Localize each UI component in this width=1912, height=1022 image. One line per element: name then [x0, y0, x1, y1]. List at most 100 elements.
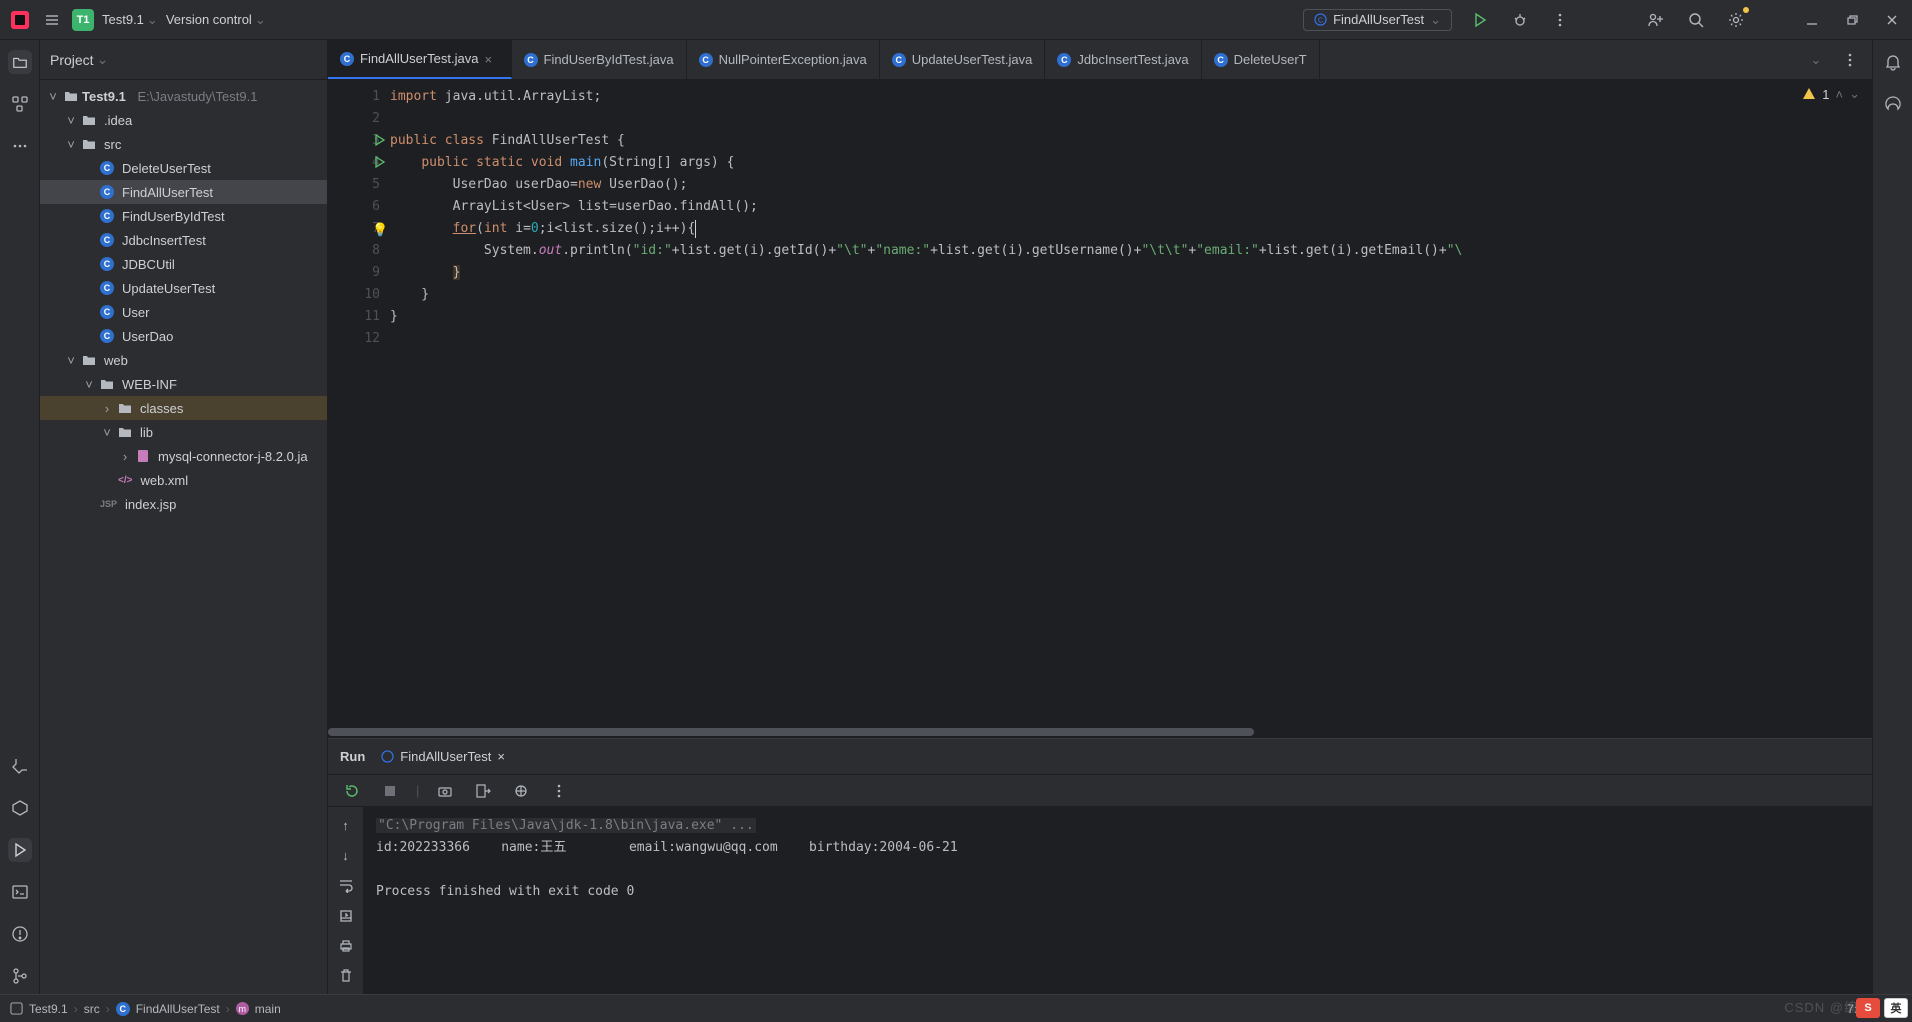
stop-icon[interactable]	[378, 779, 402, 803]
minimize-window-icon[interactable]	[1800, 8, 1824, 32]
run-panel-title: Run	[340, 749, 365, 764]
project-panel-title[interactable]: Project ⌄	[50, 51, 108, 68]
tree-item[interactable]: </>web.xml	[40, 468, 327, 492]
close-window-icon[interactable]	[1880, 8, 1904, 32]
run-button[interactable]	[1468, 8, 1492, 32]
console-output[interactable]: "C:\Program Files\Java\jdk-1.8\bin\java.…	[364, 807, 1872, 994]
breadcrumb-class[interactable]: FindAllUserTest	[136, 1002, 220, 1016]
tree-root[interactable]: ˅ Test9.1 E:\Javastudy\Test9.1	[40, 84, 327, 108]
terminal-tool-icon[interactable]	[8, 880, 32, 904]
tree-item[interactable]: ˅web	[40, 348, 327, 372]
tree-item[interactable]: ˅WEB-INF	[40, 372, 327, 396]
editor[interactable]: 1234567💡89101112 import import java.util…	[328, 80, 1872, 726]
run-config-selector[interactable]: C FindAllUserTest ⌄	[1303, 9, 1452, 31]
lang-icon[interactable]: 英	[1884, 998, 1908, 1018]
vcs-label: Version control	[166, 12, 252, 27]
logo-icon[interactable]	[8, 8, 32, 32]
module-icon	[10, 1002, 23, 1015]
vcs-tool-icon[interactable]	[8, 964, 32, 988]
vcs-dropdown[interactable]: Version control⌄	[166, 12, 266, 28]
restore-window-icon[interactable]	[1840, 8, 1864, 32]
project-panel: Project ⌄ ˅ Test9.1 E:\Javastudy\Test9.1…	[40, 40, 328, 994]
right-tool-strip	[1872, 40, 1912, 994]
settings-icon[interactable]	[1724, 8, 1748, 32]
tree-item[interactable]: CJdbcInsertTest	[40, 228, 327, 252]
exit-icon[interactable]	[471, 779, 495, 803]
tree-item[interactable]: CJDBCUtil	[40, 252, 327, 276]
hamburger-icon[interactable]	[40, 8, 64, 32]
editor-tab[interactable]: CFindUserByIdTest.java	[512, 40, 687, 79]
breadcrumb-src[interactable]: src	[84, 1002, 100, 1016]
chevron-down-icon: ⌄	[255, 12, 266, 28]
editor-tab[interactable]: CNullPointerException.java	[687, 40, 880, 79]
tabs-dropdown-icon[interactable]: ⌄	[1804, 48, 1828, 72]
editor-tab[interactable]: CDeleteUserT	[1202, 40, 1320, 79]
more-icon[interactable]	[547, 779, 571, 803]
more-tool-icon[interactable]	[8, 134, 32, 158]
project-badge: T1	[72, 9, 94, 31]
titlebar: T1 Test9.1⌄ Version control⌄ C FindAllUs…	[0, 0, 1912, 40]
notifications-icon[interactable]	[1881, 50, 1905, 74]
build-tool-icon[interactable]	[8, 754, 32, 778]
editor-tab[interactable]: CJdbcInsertTest.java	[1045, 40, 1201, 79]
camera-icon[interactable]	[433, 779, 457, 803]
tree-item[interactable]: JSPindex.jsp	[40, 492, 327, 516]
structure-tool-icon[interactable]	[8, 92, 32, 116]
tabs-more-icon[interactable]	[1838, 48, 1862, 72]
ai-assistant-icon[interactable]	[1881, 92, 1905, 116]
tree-item[interactable]: ˅lib	[40, 420, 327, 444]
tree-item[interactable]: CFindAllUserTest	[40, 180, 327, 204]
tree-item[interactable]: CDeleteUserTest	[40, 156, 327, 180]
more-actions-icon[interactable]	[1548, 8, 1572, 32]
scroll-end-icon[interactable]	[334, 908, 358, 924]
code-content[interactable]: import import java.util.ArrayList;java.u…	[390, 80, 1872, 726]
debug-button[interactable]	[1508, 8, 1532, 32]
chevron-down-icon[interactable]: ⌄	[1849, 86, 1860, 102]
taskbar-overlay: S 英	[1856, 998, 1908, 1018]
run-tool-icon[interactable]	[8, 838, 32, 862]
print-icon[interactable]	[334, 938, 358, 954]
ime-icon[interactable]: S	[1856, 998, 1880, 1018]
project-tool-icon[interactable]	[8, 50, 32, 74]
chevron-up-icon[interactable]: ˄	[1836, 87, 1844, 102]
rerun-icon[interactable]	[340, 779, 364, 803]
services-tool-icon[interactable]	[8, 796, 32, 820]
project-tree[interactable]: ˅ Test9.1 E:\Javastudy\Test9.1 ˅.idea˅sr…	[40, 80, 327, 994]
soft-wrap-icon[interactable]	[334, 877, 358, 893]
tree-item[interactable]: ›classes	[40, 396, 327, 420]
editor-tab[interactable]: CUpdateUserTest.java	[880, 40, 1046, 79]
inspection-widget[interactable]: 1 ˄ ⌄	[1802, 86, 1860, 102]
chevron-down-icon: ⌄	[147, 12, 158, 28]
editor-tab[interactable]: CFindAllUserTest.java×	[328, 40, 512, 79]
left-tool-strip	[0, 40, 40, 994]
tree-item[interactable]: CUserDao	[40, 324, 327, 348]
tree-item[interactable]: CFindUserByIdTest	[40, 204, 327, 228]
tree-item[interactable]: ˅src	[40, 132, 327, 156]
run-tab[interactable]: FindAllUserTest ×	[381, 749, 505, 764]
class-icon: C	[116, 1002, 130, 1016]
project-dropdown[interactable]: Test9.1⌄	[102, 12, 158, 28]
svg-text:C: C	[1318, 15, 1324, 24]
breadcrumb-method[interactable]: main	[255, 1002, 281, 1016]
breadcrumb-module[interactable]: Test9.1	[29, 1002, 68, 1016]
run-panel: Run FindAllUserTest × |	[328, 738, 1872, 994]
trash-icon[interactable]	[334, 968, 358, 984]
layout-settings-icon[interactable]	[509, 779, 533, 803]
tree-item[interactable]: ˅.idea	[40, 108, 327, 132]
warning-count: 1	[1822, 87, 1829, 102]
close-icon[interactable]: ×	[485, 52, 499, 66]
search-icon[interactable]	[1684, 8, 1708, 32]
tree-root-name: Test9.1	[82, 89, 126, 104]
up-icon[interactable]: ↑	[334, 817, 358, 833]
close-icon[interactable]: ×	[497, 749, 505, 764]
tree-item[interactable]: CUpdateUserTest	[40, 276, 327, 300]
method-icon: m	[236, 1002, 249, 1015]
problems-tool-icon[interactable]	[8, 922, 32, 946]
code-with-me-icon[interactable]	[1644, 8, 1668, 32]
tree-item[interactable]: ›mysql-connector-j-8.2.0.ja	[40, 444, 327, 468]
down-icon[interactable]: ↓	[334, 847, 358, 863]
editor-tabs: CFindAllUserTest.java×CFindUserByIdTest.…	[328, 40, 1872, 80]
horizontal-scrollbar[interactable]	[328, 726, 1872, 738]
run-gutter: ↑ ↓	[328, 807, 364, 994]
tree-item[interactable]: CUser	[40, 300, 327, 324]
